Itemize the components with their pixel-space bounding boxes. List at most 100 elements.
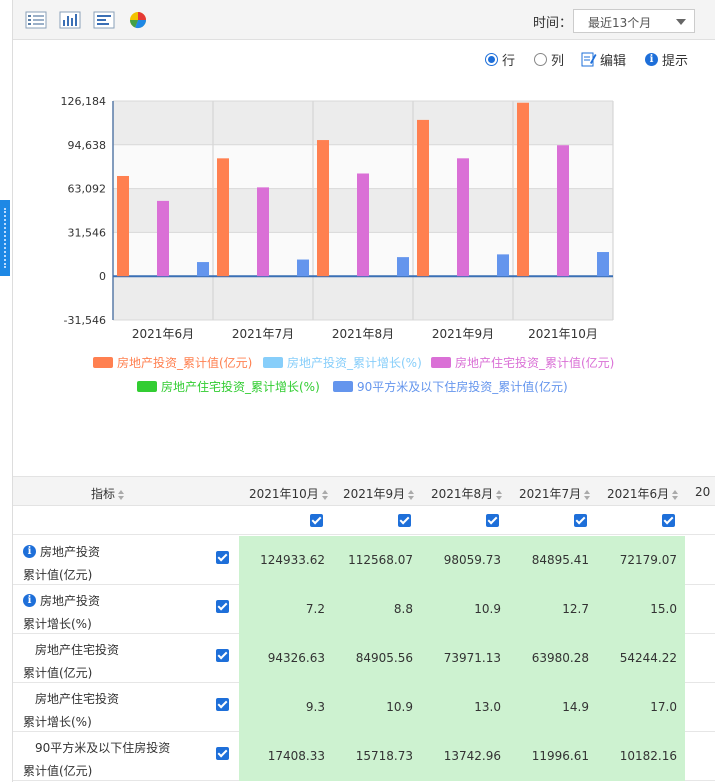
legend-swatch [93,357,113,368]
value-cell: 13.0 [474,700,501,714]
bar [317,140,329,277]
legend-swatch [137,381,157,392]
row-option[interactable]: 行 [485,50,516,69]
table-header: 指标 2021年10月 2021年9月 2021年8月 2021年7月 2021… [13,476,715,506]
column-radio[interactable] [534,52,547,66]
header-col-2[interactable]: 2021年8月 [431,485,503,502]
value-cell: 72179.07 [619,553,677,567]
sort-icon[interactable] [584,489,591,500]
sort-icon[interactable] [118,489,125,500]
bar [217,158,229,277]
header-col-0[interactable]: 2021年10月 [249,485,329,502]
bar-chart-icon[interactable] [59,10,81,30]
value-cell: 13742.96 [443,749,501,763]
side-panel-handle[interactable] [0,200,10,276]
header-col-4[interactable]: 2021年6月 [607,485,679,502]
grid-band [113,276,613,320]
row-name-text: 房地产住宅投资 [35,643,120,657]
y-tick-label: -31,546 [64,314,106,327]
value-cell: 11996.61 [531,749,589,763]
column-checkbox[interactable] [398,514,411,527]
sort-icon[interactable] [496,489,503,500]
value-cell: 124933.62 [260,553,325,567]
legend-swatch [263,357,283,368]
value-cell: 98059.73 [443,553,501,567]
row-name-text: 房地产投资 [40,594,101,608]
row-name-line1: i 房地产投资 [23,543,100,560]
row-checkbox[interactable] [216,649,229,662]
legend-swatch [333,381,353,392]
row-label: 行 [502,53,516,69]
table-view-icon[interactable] [25,10,47,30]
column-checkbox[interactable] [662,514,675,527]
legend-item[interactable]: 房地产投资_累计值(亿元) [93,354,252,371]
x-tick-label: 2021年9月 [432,327,494,340]
row-checkbox[interactable] [216,600,229,613]
table-row: i 房地产投资 累计增长(%) 7.2 8.8 10.9 12.7 15.0 [13,585,715,634]
column-option[interactable]: 列 [534,50,565,69]
legend-label: 房地产投资_累计值(亿元) [117,356,253,370]
bar [517,102,529,277]
x-tick-label: 2021年10月 [528,327,598,340]
time-range-select[interactable]: 最近13个月 [573,9,695,33]
horizontal-bar-icon[interactable] [93,10,115,30]
bar [457,158,469,277]
legend-item[interactable]: 房地产投资_累计增长(%) [263,354,422,371]
header-col-3[interactable]: 2021年7月 [519,485,591,502]
column-checkbox[interactable] [574,514,587,527]
bar [557,145,569,277]
sort-icon[interactable] [408,489,415,500]
legend-item[interactable]: 房地产住宅投资_累计增长(%) [137,378,320,395]
row-checkbox[interactable] [216,747,229,760]
edit-button[interactable]: 编辑 [581,50,627,69]
row-checkbox[interactable] [216,698,229,711]
row-checkbox[interactable] [216,551,229,564]
table-row: 房地产住宅投资 累计值(亿元) 94326.63 84905.56 73971.13 63… [13,634,715,683]
time-range-value: 最近13个月 [588,16,652,30]
header-col-truncated: 20 [695,485,711,499]
y-tick-label: 31,546 [68,226,107,239]
row-name-line2: 累计值(亿元) [23,666,93,680]
value-cell: 12.7 [562,602,589,616]
row-name-line1: 房地产住宅投资 [23,641,119,658]
data-panel: 时间： 最近13个月 行 列 编辑 i 提示 126,184 94,638 63,0… [12,0,715,782]
info-icon[interactable]: i [23,545,36,558]
value-cell: 9.3 [305,700,325,714]
y-tick-label: 63,092 [68,183,107,196]
bar-chart: 126,184 94,638 63,092 31,546 0 -31,546 2021年6月… [61,95,614,340]
column-select-row [13,506,715,535]
row-name-line2: 累计值(亿元) [23,764,93,778]
hint-label: 提示 [662,53,689,69]
x-tick-label: 2021年8月 [332,327,394,340]
sort-icon[interactable] [672,489,679,500]
info-icon[interactable]: i [23,594,36,607]
x-tick-label: 2021年7月 [232,327,294,340]
y-tick-label: 0 [99,270,106,283]
value-cell: 84905.56 [355,651,413,665]
header-indicator[interactable]: 指标 [91,485,125,502]
column-checkbox[interactable] [486,514,499,527]
row-name-line2: 累计值(亿元) [23,568,93,582]
legend-swatch [431,357,451,368]
bar [497,254,509,277]
value-cell: 8.8 [393,602,413,616]
bar [397,257,409,277]
grid-band [113,101,613,145]
legend-label: 90平方米及以下住房投资_累计值(亿元) [357,380,568,394]
header-col-1[interactable]: 2021年9月 [343,485,415,502]
legend-item[interactable]: 90平方米及以下住房投资_累计值(亿元) [333,378,568,395]
hint-button[interactable]: i 提示 [645,50,689,69]
toolbar: 时间： 最近13个月 [13,0,715,40]
bar [117,175,129,277]
legend-item[interactable]: 房地产住宅投资_累计值(亿元) [431,354,614,371]
pie-chart-icon[interactable] [127,10,149,30]
edit-label: 编辑 [600,53,627,69]
column-checkbox[interactable] [310,514,323,527]
y-tick-label: 126,184 [61,95,107,108]
value-cell: 63980.28 [531,651,589,665]
row-radio[interactable] [485,52,498,66]
y-tick-label: 94,638 [68,139,107,152]
column-label: 列 [551,53,565,69]
sort-icon[interactable] [321,489,329,500]
legend-label: 房地产住宅投资_累计值(亿元) [455,356,615,370]
